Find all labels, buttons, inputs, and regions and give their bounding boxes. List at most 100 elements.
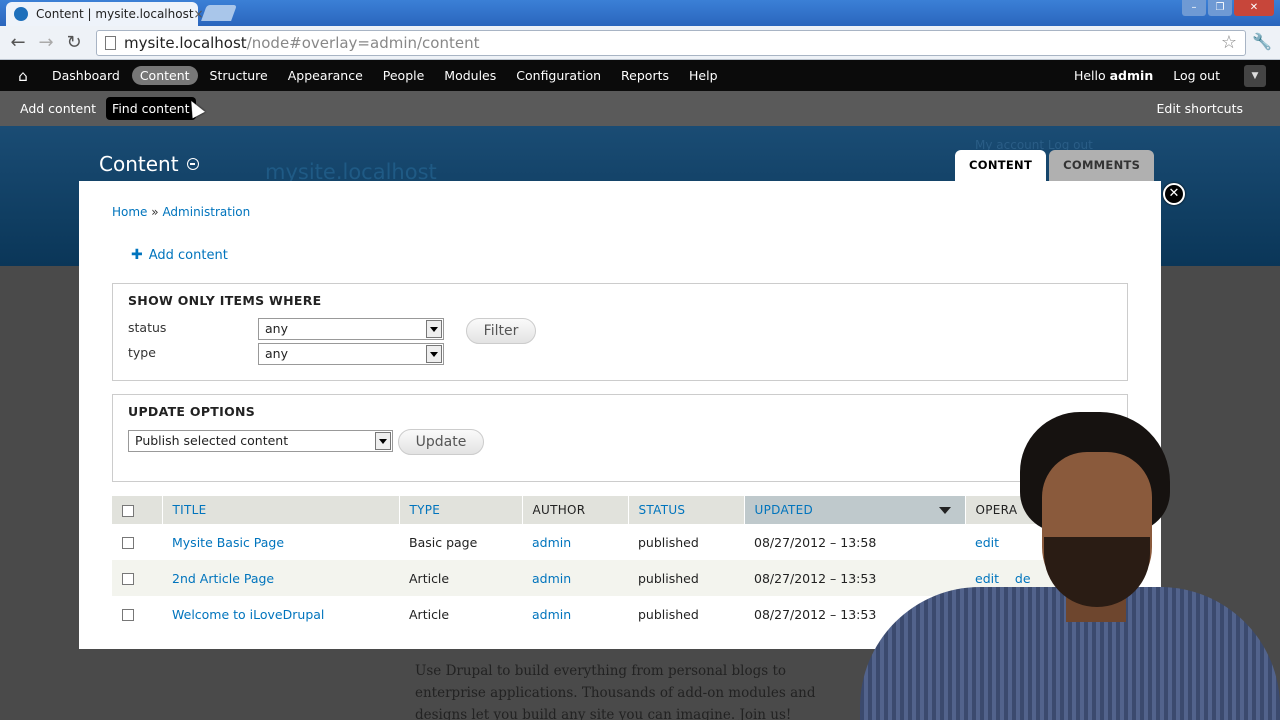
row-updated: 08/27/2012 – 13:53	[744, 560, 965, 596]
header-updated[interactable]: UPDATED	[744, 496, 966, 524]
row-author: admin	[522, 596, 628, 632]
bookmark-star-icon[interactable]: ☆	[1221, 32, 1237, 53]
hello-prefix: Hello	[1073, 68, 1110, 83]
sort-desc-icon	[938, 507, 951, 514]
table-row: Mysite Basic Page Basic page admin publi…	[112, 524, 1128, 560]
url-path: /node#overlay=admin/content	[246, 34, 480, 52]
browser-toolbar: ← → ↻ mysite.localhost/node#overlay=admi…	[0, 26, 1280, 60]
row-edit-link[interactable]: edit	[975, 571, 999, 586]
tab-content[interactable]: CONTENT	[955, 150, 1047, 181]
row-select-cell	[112, 596, 162, 632]
toolbar-people[interactable]: People	[375, 66, 433, 85]
browser-tab[interactable]: Content | mysite.localhost ×	[6, 2, 204, 26]
breadcrumb-administration[interactable]: Administration	[162, 205, 250, 219]
row-author: admin	[522, 560, 628, 596]
toolbar-help[interactable]: Help	[681, 66, 726, 85]
type-select[interactable]: any	[258, 343, 444, 365]
row-status: published	[628, 596, 744, 632]
row-updated: 08/27/2012 – 13:58	[744, 524, 965, 560]
row-status: published	[628, 524, 744, 560]
header-author: AUTHOR	[522, 496, 629, 524]
window-controls: – ❐ ✕	[1182, 0, 1274, 16]
type-select-value: any	[265, 346, 288, 361]
breadcrumb-separator: »	[151, 205, 159, 219]
header-title[interactable]: TITLE	[162, 496, 400, 524]
chevron-down-icon	[426, 345, 442, 363]
row-status: published	[628, 560, 744, 596]
update-button[interactable]: Update	[398, 429, 484, 455]
select-all-checkbox[interactable]	[122, 504, 134, 517]
remove-shortcut-icon[interactable]	[186, 158, 199, 170]
chevron-down-icon	[375, 432, 391, 450]
row-type: Article	[399, 596, 522, 632]
overlay-close-icon[interactable]: ✕	[1163, 183, 1185, 205]
maximize-icon[interactable]: ❐	[1208, 0, 1232, 16]
row-select-cell	[112, 524, 162, 560]
forward-icon[interactable]: →	[32, 29, 60, 57]
toolbar-modules[interactable]: Modules	[436, 66, 504, 85]
update-legend: UPDATE OPTIONS	[128, 404, 256, 419]
add-content-label: Add content	[148, 247, 228, 263]
back-icon[interactable]: ←	[4, 29, 32, 57]
chevron-down-icon	[426, 320, 442, 338]
row-checkbox[interactable]	[122, 537, 134, 549]
browser-tabstrip: Content | mysite.localhost × – ❐ ✕	[0, 0, 1280, 26]
logout-link[interactable]: Log out	[1173, 68, 1220, 83]
window-close-icon[interactable]: ✕	[1234, 0, 1274, 16]
row-select-cell	[112, 560, 162, 596]
drawer-toggle-icon[interactable]: ▼	[1244, 64, 1266, 87]
overlay-tabs: CONTENT COMMENTS	[955, 150, 1155, 181]
update-options-fieldset: UPDATE OPTIONS Publish selected content …	[112, 394, 1128, 482]
breadcrumb: Home » Administration	[112, 205, 250, 219]
row-title-link[interactable]: 2nd Article Page	[172, 571, 274, 586]
toolbar-appearance[interactable]: Appearance	[280, 66, 371, 85]
toolbar-content[interactable]: Content	[131, 66, 198, 85]
row-title: 2nd Article Page	[162, 560, 399, 596]
header-status[interactable]: STATUS	[628, 496, 745, 524]
wrench-menu-icon[interactable]: 🔧	[1252, 32, 1272, 51]
page-title: Content	[99, 152, 179, 176]
minimize-icon[interactable]: –	[1182, 0, 1206, 16]
row-author: admin	[522, 524, 628, 560]
home-icon[interactable]: ⌂	[14, 67, 32, 85]
row-title-link[interactable]: Welcome to iLoveDrupal	[172, 607, 324, 622]
row-title: Mysite Basic Page	[162, 524, 399, 560]
filter-button[interactable]: Filter	[466, 318, 536, 344]
breadcrumb-home[interactable]: Home	[112, 205, 147, 219]
username[interactable]: admin	[1110, 68, 1154, 83]
add-content-link[interactable]: ✚ Add content	[131, 247, 228, 263]
row-checkbox[interactable]	[122, 609, 134, 621]
filter-fieldset: SHOW ONLY ITEMS WHERE status any type an…	[112, 283, 1128, 381]
row-type: Basic page	[399, 524, 522, 560]
row-type: Article	[399, 560, 522, 596]
overlay-title: Content	[99, 152, 199, 176]
row-author-link[interactable]: admin	[532, 571, 571, 586]
reload-icon[interactable]: ↻	[60, 29, 88, 57]
table-header-row: TITLE TYPE AUTHOR STATUS UPDATED OPERA	[112, 496, 1128, 524]
row-author-link[interactable]: admin	[532, 535, 571, 550]
select-all-cell	[112, 496, 163, 524]
header-type[interactable]: TYPE	[399, 496, 523, 524]
type-label: type	[128, 345, 156, 360]
row-author-link[interactable]: admin	[532, 607, 571, 622]
plus-icon: ✚	[131, 247, 143, 263]
row-checkbox[interactable]	[122, 573, 134, 585]
address-bar[interactable]: mysite.localhost/node#overlay=admin/cont…	[96, 30, 1246, 56]
browser-tab-title: Content | mysite.localhost	[36, 7, 194, 21]
new-tab-button[interactable]	[201, 5, 237, 21]
toolbar-reports[interactable]: Reports	[613, 66, 677, 85]
row-edit-link[interactable]: edit	[975, 535, 999, 550]
toolbar-dashboard[interactable]: Dashboard	[44, 66, 128, 85]
toolbar-configuration[interactable]: Configuration	[508, 66, 609, 85]
status-select[interactable]: any	[258, 318, 444, 340]
page-icon	[105, 36, 116, 50]
status-select-value: any	[265, 321, 288, 336]
tab-comments[interactable]: COMMENTS	[1049, 150, 1155, 181]
overlay-panel: Home » Administration ✚ Add content SHOW…	[79, 181, 1161, 649]
shortcut-add-content[interactable]: Add content	[14, 97, 102, 120]
shortcut-find-content[interactable]: Find content	[106, 97, 196, 120]
row-title-link[interactable]: Mysite Basic Page	[172, 535, 284, 550]
edit-shortcuts-link[interactable]: Edit shortcuts	[1156, 101, 1243, 116]
update-action-select[interactable]: Publish selected content	[128, 430, 393, 452]
toolbar-structure[interactable]: Structure	[202, 66, 276, 85]
